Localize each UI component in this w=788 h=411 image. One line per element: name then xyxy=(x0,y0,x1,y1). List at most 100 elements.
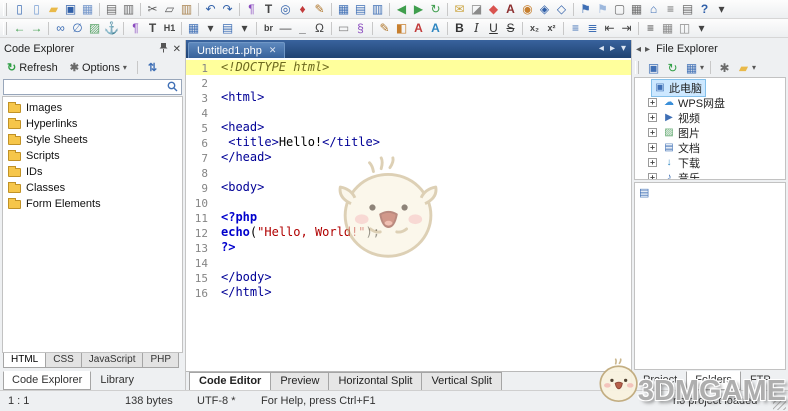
tabs-menu-icon[interactable]: ▾ xyxy=(621,43,626,54)
toolbar-options-icon[interactable]: ▾ xyxy=(693,20,710,36)
new-from-template-icon[interactable]: ▯ xyxy=(28,1,45,17)
table-icon[interactable]: ▦ xyxy=(185,20,202,36)
refresh-button[interactable]: ↻ Refresh xyxy=(2,59,63,76)
code-line[interactable]: 13?> xyxy=(186,240,631,255)
table-menu-icon[interactable]: ▾ xyxy=(202,20,219,36)
code-line[interactable]: 11<?php xyxy=(186,210,631,225)
close-icon[interactable]: ✕ xyxy=(173,44,181,55)
code-line[interactable]: 7</head> xyxy=(186,150,631,165)
line-break-icon[interactable]: br xyxy=(260,20,277,36)
save-all-icon[interactable]: ▦ xyxy=(79,1,96,17)
align-menu-icon[interactable]: ≡ xyxy=(642,20,659,36)
paragraph-icon[interactable]: ¶ xyxy=(127,20,144,36)
code-line[interactable]: 6 <title>Hello!</title> xyxy=(186,135,631,150)
code-line[interactable]: 12echo("Hello, World!"); xyxy=(186,225,631,240)
tree-item-form-elements[interactable]: Form Elements xyxy=(3,196,182,212)
insert-image-icon[interactable]: ▨ xyxy=(86,20,103,36)
edit-pencil-icon[interactable]: ✎ xyxy=(311,1,328,17)
strikethrough-icon[interactable]: S xyxy=(502,20,519,36)
code-line[interactable]: 2 xyxy=(186,75,631,90)
numbered-list-icon[interactable]: ≣ xyxy=(584,20,601,36)
options-button[interactable]: ✱ Options ▾ xyxy=(65,59,132,76)
tab-library[interactable]: Library xyxy=(92,372,142,389)
code-line[interactable]: 8 xyxy=(186,165,631,180)
underline-icon[interactable]: U xyxy=(485,20,502,36)
non-breaking-space-icon[interactable]: _ xyxy=(294,20,311,36)
insert-column-icon[interactable]: ▥ xyxy=(369,1,386,17)
fe-item-videos[interactable]: +▶视频 xyxy=(635,110,785,125)
subscript-icon[interactable]: x₂ xyxy=(526,20,543,36)
next-bookmark-icon[interactable]: ⚑ xyxy=(594,1,611,17)
code-line[interactable]: 14 xyxy=(186,255,631,270)
code-line[interactable]: 15</body> xyxy=(186,270,631,285)
alerts-icon[interactable]: ◆ xyxy=(485,1,502,17)
tree-item-scripts[interactable]: Scripts xyxy=(3,148,182,164)
heading-icon[interactable]: H1 xyxy=(161,20,178,36)
font-icon[interactable]: A xyxy=(502,1,519,17)
list-view-icon[interactable]: ≡ xyxy=(662,1,679,17)
toolbar-grip[interactable] xyxy=(635,61,639,74)
font-color-icon[interactable]: A xyxy=(410,20,427,36)
refresh-icon[interactable]: ↻ xyxy=(664,60,681,76)
insert-hyperlink-icon[interactable]: ∞ xyxy=(52,20,69,36)
new-file-icon[interactable]: ▯ xyxy=(11,1,28,17)
toolbar-grip[interactable] xyxy=(3,3,7,16)
remove-hyperlink-icon[interactable]: ∅ xyxy=(69,20,86,36)
tree-item-style-sheets[interactable]: Style Sheets xyxy=(3,132,182,148)
code-line[interactable]: 5<head> xyxy=(186,120,631,135)
comment-icon[interactable]: ▭ xyxy=(335,20,352,36)
superscript-icon[interactable]: x² xyxy=(543,20,560,36)
home-icon[interactable]: ⌂ xyxy=(645,1,662,17)
tile-windows-icon[interactable]: ▦ xyxy=(628,1,645,17)
toolbar-grip[interactable] xyxy=(3,22,7,35)
properties-icon[interactable]: ▤ xyxy=(679,1,696,17)
tab-javascript[interactable]: JavaScript xyxy=(81,353,144,368)
decrease-indent-icon[interactable]: ⇤ xyxy=(601,20,618,36)
expander-icon[interactable]: + xyxy=(648,128,657,137)
views-icon[interactable]: ▦ xyxy=(683,60,700,76)
expander-icon[interactable]: + xyxy=(648,158,657,167)
insert-table-icon[interactable]: ▦ xyxy=(335,1,352,17)
script-block-icon[interactable]: § xyxy=(352,20,369,36)
pin-icon[interactable] xyxy=(159,42,168,56)
navigate-back-icon[interactable]: ◀ xyxy=(393,1,410,17)
insert-anchor-icon[interactable]: ⚓ xyxy=(103,20,120,36)
show-formatting-icon[interactable]: ¶ xyxy=(243,1,260,17)
tab-folders[interactable]: Folders xyxy=(686,371,741,390)
back-icon[interactable]: ← xyxy=(11,20,28,36)
code-editor[interactable]: 1<!DOCTYPE html>23<html>45<head>6 <title… xyxy=(186,58,631,371)
folders-icon[interactable]: ▰ xyxy=(735,60,752,76)
zoom-out-icon[interactable]: ◇ xyxy=(553,1,570,17)
tab-php[interactable]: PHP xyxy=(142,353,179,368)
views-caret-icon[interactable]: ▾ xyxy=(700,63,704,72)
fe-back-icon[interactable]: ◂ xyxy=(636,44,641,55)
code-line[interactable]: 4 xyxy=(186,105,631,120)
redo-icon[interactable]: ↷ xyxy=(219,1,236,17)
fe-item-documents[interactable]: +▤文档 xyxy=(635,140,785,155)
borders-icon[interactable]: ▦ xyxy=(659,20,676,36)
code-line[interactable]: 3<html> xyxy=(186,90,631,105)
paste-icon[interactable]: ▥ xyxy=(178,1,195,17)
undo-icon[interactable]: ↶ xyxy=(202,1,219,17)
expander-icon[interactable]: + xyxy=(648,143,657,152)
tab-close-icon[interactable]: ✕ xyxy=(269,45,277,56)
resize-grip[interactable] xyxy=(773,397,786,410)
forward-icon[interactable]: → xyxy=(28,20,45,36)
italic-icon[interactable]: I xyxy=(468,20,485,36)
special-character-icon[interactable]: Ω xyxy=(311,20,328,36)
highlight-color-icon[interactable]: A xyxy=(427,20,444,36)
expander-icon[interactable]: + xyxy=(648,113,657,122)
report-icon[interactable]: ◪ xyxy=(468,1,485,17)
insert-row-icon[interactable]: ▤ xyxy=(352,1,369,17)
find-icon[interactable]: ◎ xyxy=(277,1,294,17)
file-list-pane[interactable]: ▤ xyxy=(634,182,786,370)
copy-icon[interactable]: ▱ xyxy=(161,1,178,17)
tab-project[interactable]: Project xyxy=(635,372,685,389)
tab-vertical-split[interactable]: Vertical Split xyxy=(422,372,502,391)
color-picker-icon[interactable]: ◉ xyxy=(519,1,536,17)
code-line[interactable]: 1<!DOCTYPE html> xyxy=(186,60,631,75)
navigate-forward-icon[interactable]: ▶ xyxy=(410,1,427,17)
text-block-icon[interactable]: T xyxy=(144,20,161,36)
code-line[interactable]: 9<body> xyxy=(186,180,631,195)
tree-item-hyperlinks[interactable]: Hyperlinks xyxy=(3,116,182,132)
